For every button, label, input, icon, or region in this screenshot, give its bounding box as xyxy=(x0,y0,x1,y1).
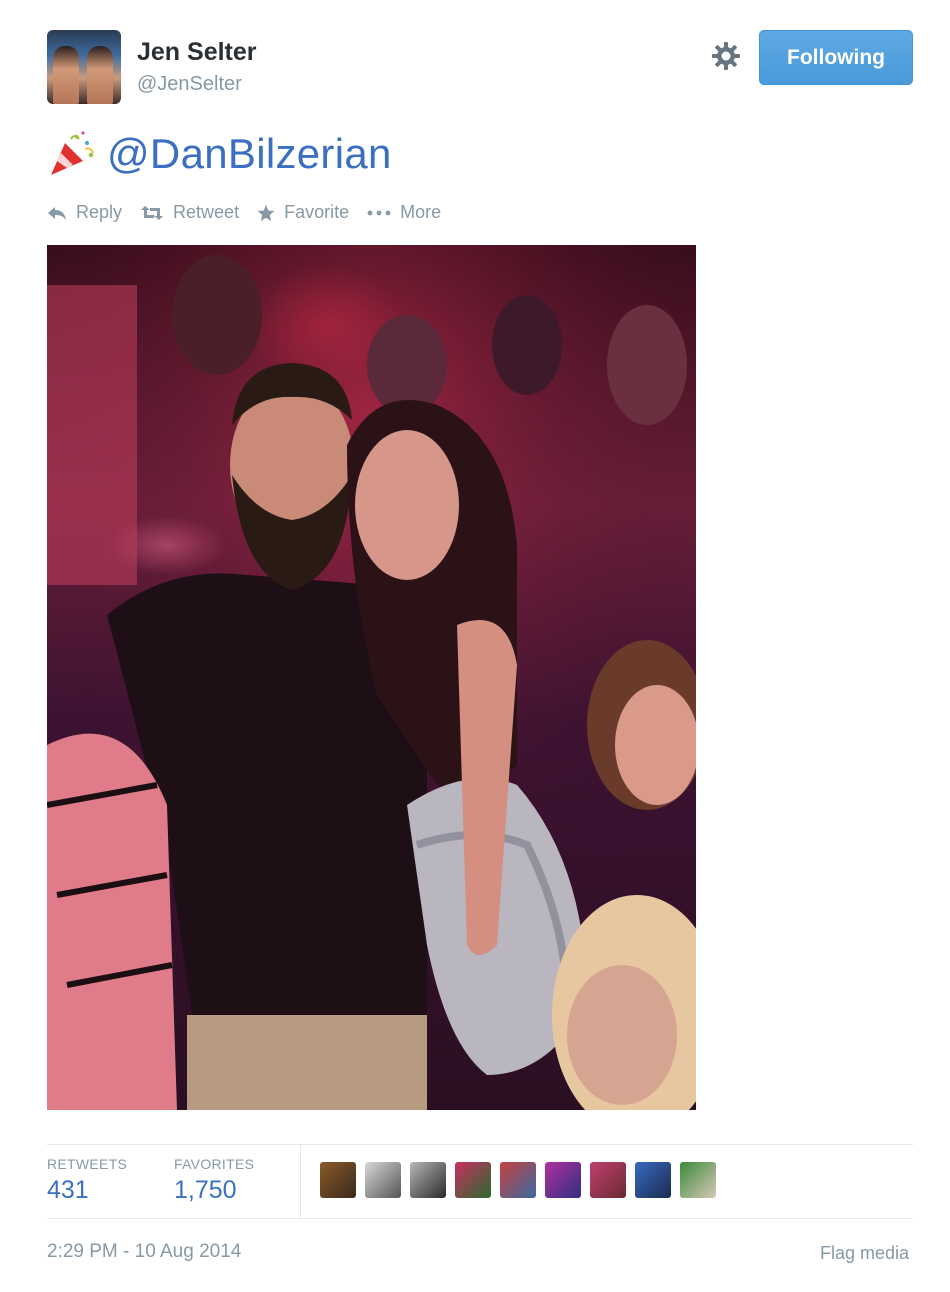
reply-label: Reply xyxy=(76,202,123,222)
favorites-stat[interactable]: FAVORITES 1,750 xyxy=(174,1156,254,1205)
photo-scene xyxy=(47,245,696,1110)
retweet-icon xyxy=(141,205,164,220)
tweet-actions: Reply Retweet Favorite More xyxy=(47,202,459,223)
favoriter-avatar[interactable] xyxy=(410,1162,446,1198)
favoriter-avatar[interactable] xyxy=(320,1162,356,1198)
author-name[interactable]: Jen Selter xyxy=(137,38,257,67)
more-dots-icon xyxy=(367,210,391,215)
party-popper-icon xyxy=(51,131,94,175)
favorites-label: FAVORITES xyxy=(174,1156,255,1172)
retweets-stat[interactable]: RETWEETS 431 xyxy=(47,1156,127,1205)
tweet-photo[interactable] xyxy=(47,245,696,1110)
reply-icon xyxy=(48,206,66,220)
reply-button[interactable]: Reply xyxy=(47,202,122,223)
mention-link[interactable]: @DanBilzerian xyxy=(107,130,392,178)
avatar-figure-right xyxy=(87,46,113,104)
favoriter-avatar[interactable] xyxy=(635,1162,671,1198)
favorites-count: 1,750 xyxy=(174,1176,237,1204)
author-handle[interactable]: @JenSelter xyxy=(137,73,242,96)
tweet-timestamp[interactable]: 2:29 PM - 10 Aug 2014 xyxy=(47,1241,241,1263)
favoriter-avatar[interactable] xyxy=(365,1162,401,1198)
retweets-count: 431 xyxy=(47,1176,89,1204)
favoriter-avatar[interactable] xyxy=(590,1162,626,1198)
avatar-figure-left xyxy=(53,46,79,104)
flag-media-link[interactable]: Flag media xyxy=(820,1243,909,1264)
favoriter-avatar[interactable] xyxy=(500,1162,536,1198)
retweet-button[interactable]: Retweet xyxy=(140,202,239,223)
stats-vertical-divider xyxy=(300,1144,301,1218)
following-button[interactable]: Following xyxy=(759,30,913,85)
retweet-label: Retweet xyxy=(173,202,240,222)
tweet-text: @DanBilzerian xyxy=(47,124,392,184)
favoriter-avatar[interactable] xyxy=(680,1162,716,1198)
more-button[interactable]: More xyxy=(367,202,441,223)
star-icon xyxy=(257,204,275,221)
favoriter-avatar[interactable] xyxy=(455,1162,491,1198)
favoriters-avatars xyxy=(320,1162,725,1198)
author-avatar[interactable] xyxy=(47,30,121,104)
stats-divider-bottom xyxy=(47,1218,913,1219)
retweets-label: RETWEETS xyxy=(47,1156,128,1172)
favoriter-avatar[interactable] xyxy=(545,1162,581,1198)
favorite-button[interactable]: Favorite xyxy=(257,202,349,223)
stats-divider-top xyxy=(47,1144,913,1145)
favorite-label: Favorite xyxy=(284,202,350,222)
gear-icon[interactable] xyxy=(710,40,742,72)
more-label: More xyxy=(400,202,442,222)
